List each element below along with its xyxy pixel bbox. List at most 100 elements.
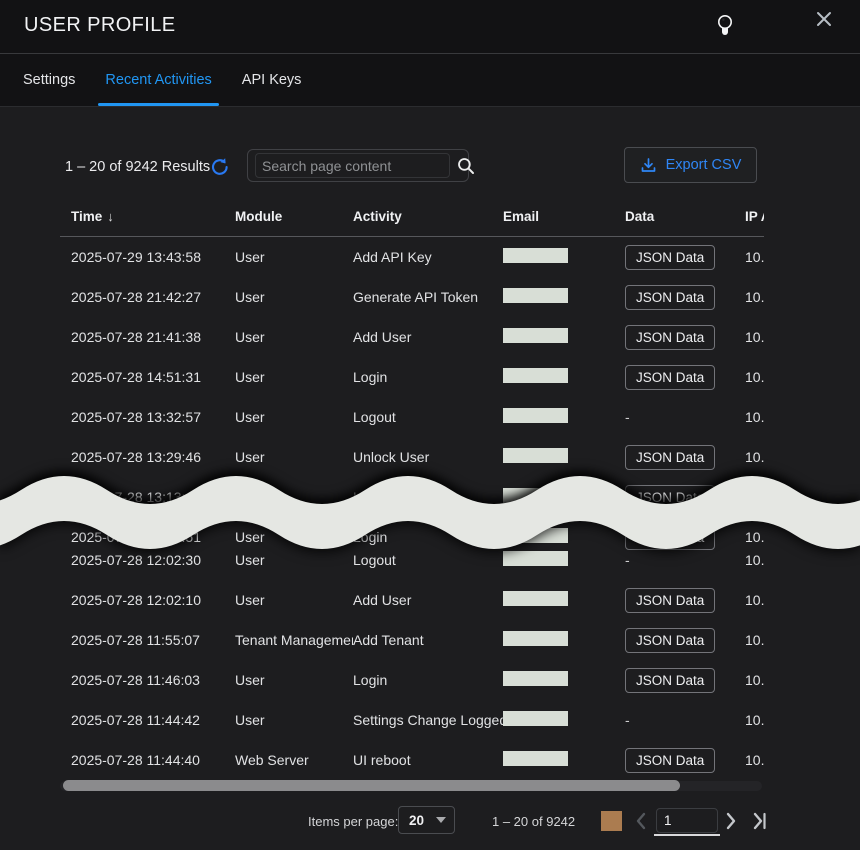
items-per-page-value: 20 xyxy=(409,813,424,828)
json-data-button[interactable]: JSON Data xyxy=(625,245,715,270)
cell-data: JSON Data xyxy=(625,365,745,390)
page-number-input[interactable] xyxy=(656,808,718,833)
export-csv-label: Export CSV xyxy=(666,157,742,173)
json-data-button[interactable]: JSON Data xyxy=(625,325,715,350)
email-redaction-block xyxy=(503,528,568,543)
cell-activity: Settings Change Logged xyxy=(353,712,503,728)
cell-data: JSON Data xyxy=(625,285,745,310)
table-row: 2025-07-28 21:42:27 User Generate API To… xyxy=(60,277,764,317)
cell-module: User xyxy=(235,552,353,568)
email-redaction-block xyxy=(503,448,568,463)
column-header-module[interactable]: Module xyxy=(235,209,353,224)
last-page-button[interactable] xyxy=(750,810,770,832)
json-data-button[interactable]: JSON Data xyxy=(625,285,715,310)
cell-time: 2025-07-28 12:02:10 xyxy=(71,592,235,608)
export-csv-button[interactable]: Export CSV xyxy=(624,147,757,183)
email-redaction-block xyxy=(503,488,568,503)
search-input[interactable] xyxy=(255,153,450,178)
cell-email xyxy=(503,751,625,769)
search-icon[interactable] xyxy=(456,156,476,176)
cell-data: JSON Data xyxy=(625,325,745,350)
cell-ip: 10. xyxy=(745,712,764,728)
json-data-button[interactable]: JSON Data xyxy=(625,588,715,613)
cell-email xyxy=(503,288,625,306)
horizontal-scrollbar-thumb[interactable] xyxy=(63,780,680,791)
cell-activity: Add Tenant xyxy=(353,632,503,648)
cell-ip: 10. xyxy=(745,592,764,608)
cell-time: 2025-07-28 11:55:07 xyxy=(71,632,235,648)
results-summary: 1 – 20 of 9242 Results xyxy=(65,159,210,175)
cell-data: JSON Data xyxy=(625,668,745,693)
cell-activity: Login xyxy=(353,529,503,545)
cell-email xyxy=(503,631,625,649)
json-data-button[interactable]: JSON Data xyxy=(625,485,715,510)
json-data-button[interactable]: JSON Data xyxy=(625,445,715,470)
cell-ip: 10. xyxy=(745,552,764,568)
cell-time: 2025-07-28 12:03:51 xyxy=(71,529,235,545)
email-redaction-block xyxy=(503,631,568,646)
cell-module: User xyxy=(235,289,353,305)
items-per-page-select[interactable]: 20 xyxy=(398,806,455,834)
chevron-left-icon xyxy=(632,810,652,832)
table-row: 2025-07-28 21:41:38 User Add User JSON D… xyxy=(60,317,764,357)
json-data-button[interactable]: JSON Data xyxy=(625,628,715,653)
cell-email xyxy=(503,671,625,689)
json-data-button[interactable]: JSON Data xyxy=(625,748,715,773)
cell-data: - xyxy=(625,409,745,425)
column-header-email[interactable]: Email xyxy=(503,209,625,224)
cell-time: 2025-07-28 11:44:42 xyxy=(71,712,235,728)
table-row: 2025-07-28 13:32:57 User Logout - 10. xyxy=(60,397,764,437)
refresh-icon xyxy=(209,156,233,178)
cell-module: User xyxy=(235,369,353,385)
tab-api-keys[interactable]: API Keys xyxy=(227,54,317,106)
email-redaction-block xyxy=(503,751,568,766)
cell-data: JSON Data xyxy=(625,445,745,470)
user-profile-dialog: USER PROFILE Settings Recent Activities … xyxy=(0,0,860,850)
close-button[interactable] xyxy=(810,5,838,33)
cell-data: - xyxy=(625,712,745,728)
cell-ip: 10. xyxy=(745,529,764,545)
lightbulb-button[interactable] xyxy=(712,12,738,40)
email-redaction-block xyxy=(503,711,568,726)
column-header-time[interactable]: Time↓ xyxy=(71,209,235,224)
cell-activity: Generate API Token xyxy=(353,289,503,305)
cell-ip: 10. xyxy=(745,329,764,345)
table-row: 2025-07-28 11:44:40 Web Server UI reboot… xyxy=(60,740,764,780)
cell-activity: Login xyxy=(353,369,503,385)
cell-email xyxy=(503,528,625,546)
cell-module: Web Server xyxy=(235,752,353,768)
email-redaction-block xyxy=(503,288,568,303)
json-data-button[interactable]: JSON Data xyxy=(625,365,715,390)
cell-time: 2025-07-28 13:32:57 xyxy=(71,409,235,425)
cell-activity: Add User xyxy=(353,329,503,345)
refresh-button[interactable] xyxy=(209,156,233,178)
cell-data: JSON Data xyxy=(625,525,745,550)
chevron-right-icon xyxy=(721,810,741,832)
table-header-row: Time↓ Module Activity Email Data IP Addr… xyxy=(60,196,764,237)
email-redaction-block xyxy=(503,248,568,263)
json-data-button[interactable]: JSON Data xyxy=(625,525,715,550)
table-body: 2025-07-29 13:43:58 User Add API Key JSO… xyxy=(60,237,764,780)
json-data-button[interactable]: JSON Data xyxy=(625,668,715,693)
search-box xyxy=(247,149,469,182)
email-redaction-block xyxy=(503,551,568,566)
next-page-button[interactable] xyxy=(721,810,741,832)
tab-label: API Keys xyxy=(242,72,302,88)
cell-time: 2025-07-29 13:43:58 xyxy=(71,249,235,265)
column-header-activity[interactable]: Activity xyxy=(353,209,503,224)
tab-settings[interactable]: Settings xyxy=(8,54,90,106)
column-header-ip[interactable]: IP Address xyxy=(745,209,764,224)
email-redaction-block xyxy=(503,671,568,686)
cell-time: 2025-07-28 21:42:27 xyxy=(71,289,235,305)
items-per-page-label: Items per page: xyxy=(308,814,398,829)
tab-recent-activities[interactable]: Recent Activities xyxy=(90,54,226,106)
cell-ip: 10. xyxy=(745,449,764,465)
cell-ip: 10. xyxy=(745,369,764,385)
cell-time: 2025-07-28 12:02:30 xyxy=(71,552,235,568)
cell-data: JSON Data xyxy=(625,628,745,653)
cell-ip: 10. xyxy=(745,249,764,265)
tab-label: Recent Activities xyxy=(105,72,211,88)
cell-module: User xyxy=(235,529,353,545)
previous-page-button[interactable] xyxy=(632,810,652,832)
column-header-data[interactable]: Data xyxy=(625,209,745,224)
